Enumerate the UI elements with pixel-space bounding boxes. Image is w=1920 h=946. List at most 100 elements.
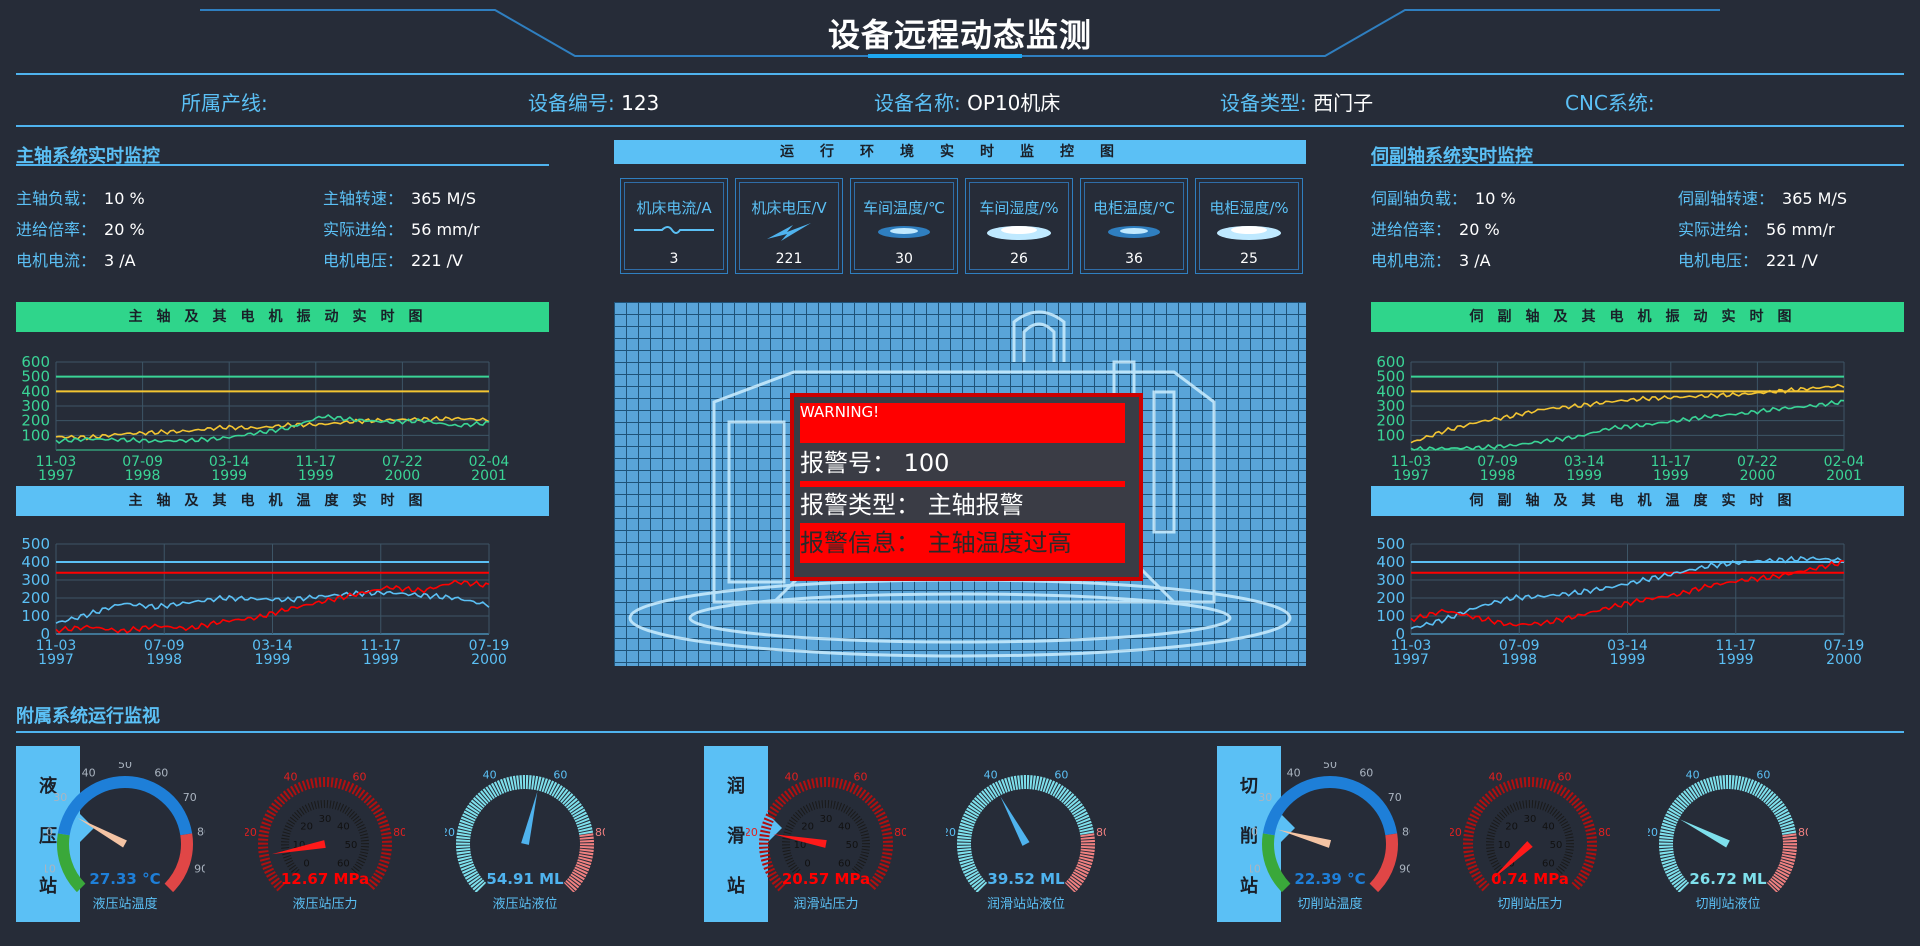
- gauge-inner-tick-label: 60: [838, 858, 851, 869]
- env-card-value: 3: [669, 251, 679, 267]
- alarm-type: 报警类型： 主轴报警: [800, 491, 1024, 519]
- gauge-value: 54.91 ML: [486, 870, 564, 888]
- spindle-metric: 电机电压： 221 /V: [323, 251, 463, 270]
- env-card-label: 机床电压/V: [751, 199, 827, 217]
- gauge-tick-label: 20: [1450, 826, 1462, 839]
- gauge-tick-label: 70: [1388, 791, 1402, 804]
- spindle-temperature-chart: 010020030040050011-03199707-09199803-141…: [21, 538, 509, 666]
- env-card: 电柜湿度/% 25: [1195, 178, 1303, 274]
- gauge-needle: [521, 791, 538, 845]
- alarm-warning-label: WARNING!: [800, 403, 1125, 443]
- servo-temperature-band: 伺副轴及其电机温度实时图: [1371, 486, 1904, 516]
- gauge-tick-label: 20: [245, 826, 257, 839]
- gauge-tick-label: 40: [1686, 769, 1700, 782]
- x-tick-label: 2000: [1826, 652, 1862, 666]
- spindle-title-underline: [16, 164, 549, 166]
- series-line: [1410, 383, 1845, 444]
- env-card: 车间湿度/% 26: [965, 178, 1073, 274]
- spindle-metric: 进给倍率： 20 %: [16, 220, 145, 239]
- y-tick-label: 100: [1376, 607, 1405, 625]
- aux-section-title: 附属系统运行监视: [16, 706, 160, 727]
- spindle-vibration-band: 主轴及其电机振动实时图: [16, 302, 549, 332]
- gauge-inner-tick-label: 60: [337, 858, 350, 869]
- gauge-tick-label: 40: [82, 767, 96, 780]
- env-card: 机床电压/V 221: [735, 178, 843, 274]
- humidity-disc-icon: [966, 221, 1072, 245]
- gauge-tick-label: 70: [183, 791, 197, 804]
- gauge-tick-label: 20: [1250, 825, 1258, 838]
- y-tick-label: 600: [21, 356, 50, 371]
- gauge-name: 切削站液位: [1695, 897, 1761, 912]
- x-tick-label: 1998: [1501, 652, 1537, 666]
- gauge-tick-label: 60: [154, 767, 168, 780]
- env-card-label: 电柜湿度/%: [1209, 199, 1289, 217]
- env-card-value: 30: [895, 251, 913, 267]
- x-tick-label: 1997: [38, 468, 74, 482]
- x-tick-label: 1999: [255, 652, 291, 666]
- y-tick-label: 200: [21, 589, 50, 607]
- gauge-tick-label: 20: [946, 826, 956, 839]
- y-tick-label: 400: [1376, 553, 1405, 571]
- x-tick-label: 1997: [1393, 468, 1429, 482]
- env-card-value: 221: [775, 251, 803, 267]
- servo-title-underline: [1371, 164, 1904, 166]
- series-line: [55, 414, 490, 445]
- gauge-tick-label: 80: [894, 826, 906, 839]
- x-tick-label: 1998: [125, 468, 161, 482]
- x-tick-label: 1999: [298, 468, 334, 482]
- y-tick-label: 600: [1376, 356, 1405, 371]
- spindle-temperature-band: 主轴及其电机温度实时图: [16, 486, 549, 516]
- gauge-inner-tick-label: 50: [846, 840, 859, 851]
- environment-band: 运行环境实时监控图: [614, 140, 1306, 164]
- gauge-tick-label: 20: [1648, 826, 1658, 839]
- x-tick-label: 1999: [1566, 468, 1602, 482]
- gauge-name: 液压站温度: [92, 897, 158, 912]
- y-tick-label: 300: [21, 571, 50, 589]
- humidity-disc-icon: [1196, 221, 1302, 245]
- info-production-line: 所属产线:: [181, 91, 268, 115]
- x-tick-label: 1999: [211, 468, 247, 482]
- gauge-tick-label: 60: [1756, 769, 1770, 782]
- gauge-inner-tick-label: 20: [1505, 822, 1518, 833]
- spindle-vibration-chart: 10020030040050060011-03199707-09199803-1…: [21, 356, 509, 482]
- gauge-tick-label: 30: [1258, 791, 1272, 804]
- gauge-tick-label: 80: [393, 826, 405, 839]
- x-tick-label: 1997: [1393, 652, 1429, 666]
- info-device-type: 设备类型: 西门子: [1220, 91, 1374, 115]
- gauge-inner-tick-label: 0: [303, 858, 309, 869]
- gauge-tick-label: 40: [984, 769, 998, 782]
- env-card: 电柜温度/℃ 36: [1080, 178, 1188, 274]
- gauge-band: [1262, 776, 1398, 836]
- gauge-name: 液压站液位: [492, 897, 558, 912]
- gauge-tick-label: 20: [445, 826, 455, 839]
- spindle-metric: 主轴转速： 365 M/S: [323, 189, 476, 208]
- gauge-needle: [1000, 796, 1030, 846]
- current-wave-icon: [621, 221, 727, 240]
- gauge-tick-label: 20: [746, 826, 758, 839]
- env-card-label: 车间湿度/%: [979, 199, 1059, 217]
- gauge-name: 切削站温度: [1297, 897, 1363, 912]
- gauge-inner-tick-label: 60: [1542, 858, 1555, 869]
- gauge-tick-label: 40: [784, 770, 798, 783]
- gauge-value: 12.67 MPa: [280, 870, 370, 888]
- env-card-value: 26: [1010, 251, 1028, 267]
- servo-metric: 进给倍率： 20 %: [1371, 220, 1500, 239]
- gauge-tick-label: 80: [197, 825, 205, 838]
- gauge-value: 22.39 °C: [1294, 870, 1366, 888]
- env-card-value: 25: [1240, 251, 1258, 267]
- x-tick-label: 1998: [1480, 468, 1516, 482]
- gauge-inner-tick-label: 20: [801, 822, 814, 833]
- gauge-inner-tick-label: 20: [300, 822, 313, 833]
- gauge-value: 0.74 MPa: [1491, 870, 1569, 888]
- servo-metric: 电机电压： 221 /V: [1678, 251, 1818, 270]
- servo-metric: 伺副轴转速： 365 M/S: [1678, 189, 1847, 208]
- gauge-tick-label: 80: [1096, 826, 1106, 839]
- spindle-metric: 电机电流： 3 /A: [16, 251, 136, 270]
- info-device-name: 设备名称: OP10机床: [874, 91, 1061, 115]
- gauge-needle: [1679, 819, 1730, 848]
- device-info-bar: 所属产线: 设备编号: 123 设备名称: OP10机床 设备类型: 西门子 C…: [16, 73, 1904, 127]
- env-card: 车间温度/℃ 30: [850, 178, 958, 274]
- x-tick-label: 2001: [471, 468, 507, 482]
- servo-temperature-chart: 010020030040050011-03199707-09199803-141…: [1376, 538, 1864, 666]
- x-tick-label: 2001: [1826, 468, 1862, 482]
